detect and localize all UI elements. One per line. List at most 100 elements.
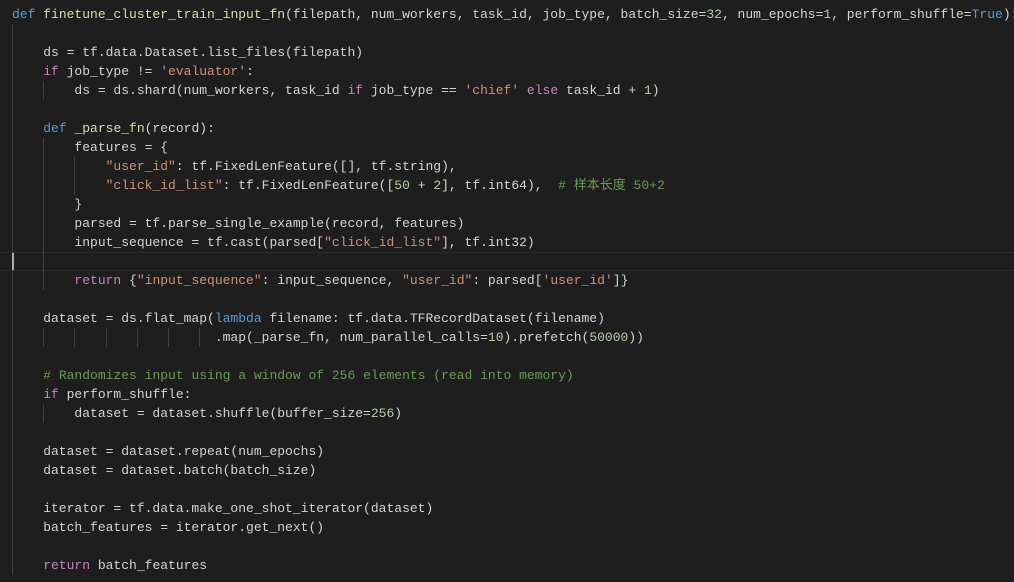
code-line[interactable]: batch_features = iterator.get_next() xyxy=(0,518,1014,537)
code-token: dataset = dataset.repeat(num_epochs) xyxy=(12,444,325,459)
code-line[interactable]: def _parse_fn(record): xyxy=(0,119,1014,138)
code-line[interactable]: # Randomizes input using a window of 256… xyxy=(0,366,1014,385)
code-line[interactable]: dataset = dataset.batch(batch_size) xyxy=(0,461,1014,480)
indent-guide xyxy=(199,328,201,347)
code-token: ], tf.int64), xyxy=(441,178,559,193)
text-cursor xyxy=(12,253,14,270)
function-name-token: _parse_fn xyxy=(74,121,145,136)
indent-guide xyxy=(12,290,13,309)
code-token: input_sequence = tf.cast(parsed[ xyxy=(12,235,325,250)
indent-guide xyxy=(12,518,13,537)
code-token: ): xyxy=(1002,7,1014,22)
keyword-token: True xyxy=(971,7,1003,22)
code-line[interactable]: parsed = tf.parse_single_example(record,… xyxy=(0,214,1014,233)
indent-guide xyxy=(12,499,13,518)
indent-guide xyxy=(12,100,13,119)
code-line[interactable]: dataset = dataset.repeat(num_epochs) xyxy=(0,442,1014,461)
code-line[interactable]: .map(_parse_fn, num_parallel_calls=10).p… xyxy=(0,328,1014,347)
number-token: 1 xyxy=(643,83,652,98)
keyword-token: lambda xyxy=(214,311,262,326)
indent-guide xyxy=(43,233,45,252)
indent-guide xyxy=(12,556,13,575)
code-line[interactable]: input_sequence = tf.cast(parsed["click_i… xyxy=(0,233,1014,252)
code-token: parsed = tf.parse_single_example(record,… xyxy=(12,216,465,231)
code-line[interactable]: return batch_features xyxy=(0,556,1014,575)
code-line[interactable]: "click_id_list": tf.FixedLenFeature([50 … xyxy=(0,176,1014,195)
indent-guide xyxy=(12,366,13,385)
code-line[interactable]: "user_id": tf.FixedLenFeature([], tf.str… xyxy=(0,157,1014,176)
code-line[interactable]: if perform_shuffle: xyxy=(0,385,1014,404)
code-token: perform_shuffle: xyxy=(58,387,192,402)
string-token: "user_id" xyxy=(105,159,176,174)
code-line[interactable]: return {"input_sequence": input_sequence… xyxy=(0,271,1014,290)
code-editor[interactable]: def finetune_cluster_train_input_fn(file… xyxy=(0,0,1014,582)
indent-guide xyxy=(43,252,45,271)
indent-guide xyxy=(12,328,13,347)
indent-guide xyxy=(12,461,13,480)
code-token: (record): xyxy=(144,121,215,136)
indent-guide xyxy=(12,81,13,100)
code-line[interactable] xyxy=(0,347,1014,366)
code-line[interactable]: ds = tf.data.Dataset.list_files(filepath… xyxy=(0,43,1014,62)
number-token: 10 xyxy=(487,330,504,345)
indent-guide xyxy=(12,309,13,328)
control-keyword-token: if xyxy=(43,64,59,79)
indent-guide xyxy=(74,157,76,176)
indent-guide xyxy=(43,138,45,157)
code-line[interactable] xyxy=(0,537,1014,556)
string-token: 'user_id' xyxy=(542,273,613,288)
keyword-token: def xyxy=(43,121,67,136)
number-token: 50000 xyxy=(589,330,629,345)
code-token: ) xyxy=(394,406,403,421)
indent-guide xyxy=(12,537,13,556)
indent-guide xyxy=(12,480,13,499)
code-token: dataset = ds.flat_map( xyxy=(12,311,215,326)
code-token: dataset = dataset.shuffle(buffer_size= xyxy=(12,406,371,421)
code-line[interactable]: if job_type != 'evaluator': xyxy=(0,62,1014,81)
code-line[interactable] xyxy=(0,24,1014,43)
comment-token: # 样本长度 50+2 xyxy=(558,178,665,193)
code-token: filename: tf.data.TFRecordDataset(filena… xyxy=(261,311,605,326)
code-token: + xyxy=(409,178,434,193)
code-token: , perform_shuffle= xyxy=(831,7,972,22)
indent-guide xyxy=(43,271,45,290)
code-line[interactable]: iterator = tf.data.make_one_shot_iterato… xyxy=(0,499,1014,518)
code-line[interactable] xyxy=(0,423,1014,442)
indent-guide xyxy=(12,62,13,81)
indent-guide xyxy=(136,328,138,347)
code-line[interactable]: def finetune_cluster_train_input_fn(file… xyxy=(0,5,1014,24)
code-area[interactable]: def finetune_cluster_train_input_fn(file… xyxy=(0,5,1014,575)
indent-guide xyxy=(12,423,13,442)
code-line[interactable]: } xyxy=(0,195,1014,214)
indent-guide xyxy=(43,176,45,195)
code-token: batch_features = iterator.get_next() xyxy=(12,520,325,535)
number-token: 256 xyxy=(370,406,395,421)
control-keyword-token: return xyxy=(43,558,91,573)
indent-guide xyxy=(43,81,45,100)
indent-guide xyxy=(168,328,169,347)
code-line[interactable] xyxy=(0,100,1014,119)
code-token: ) xyxy=(651,83,660,98)
code-line[interactable] xyxy=(0,480,1014,499)
code-token: ds = ds.shard(num_workers, task_id xyxy=(12,83,348,98)
code-line[interactable] xyxy=(0,290,1014,309)
code-line[interactable]: dataset = dataset.shuffle(buffer_size=25… xyxy=(0,404,1014,423)
comment-token: # Randomizes input using a window of 256… xyxy=(43,368,574,383)
code-line[interactable] xyxy=(0,252,1014,271)
indent-guide xyxy=(12,24,13,43)
code-line[interactable]: dataset = ds.flat_map(lambda filename: t… xyxy=(0,309,1014,328)
number-token: 32 xyxy=(706,7,722,22)
function-name-token: finetune_cluster_train_input_fn xyxy=(43,7,286,22)
indent-guide xyxy=(12,233,13,252)
indent-guide xyxy=(12,195,13,214)
code-line[interactable]: ds = ds.shard(num_workers, task_id if jo… xyxy=(0,81,1014,100)
string-token: "input_sequence" xyxy=(136,273,262,288)
code-token: .map(_parse_fn, num_parallel_calls= xyxy=(12,330,488,345)
code-line[interactable]: features = { xyxy=(0,138,1014,157)
